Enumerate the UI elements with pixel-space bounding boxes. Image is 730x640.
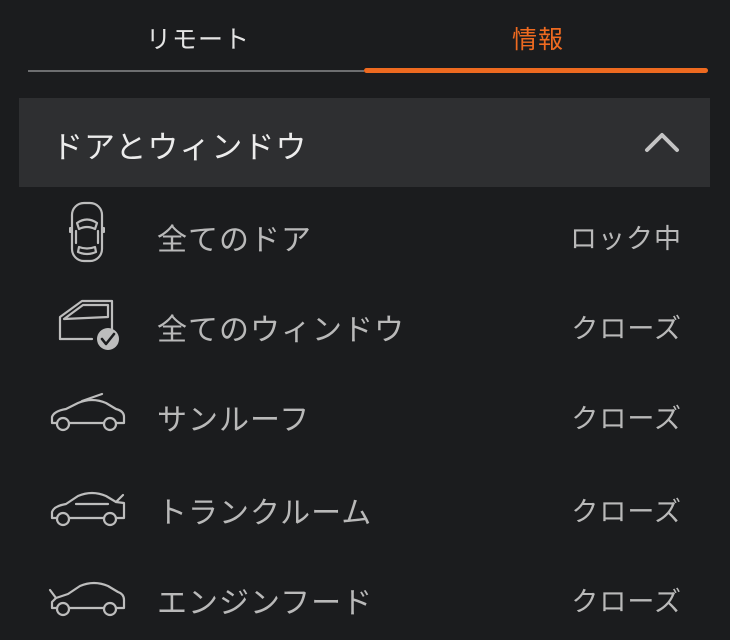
status-value: クローズ: [571, 497, 682, 528]
status-label: エンジンフード: [157, 586, 374, 621]
tab-bar: リモート 情報: [28, 0, 708, 76]
tab-remote[interactable]: リモート: [28, 20, 368, 56]
status-row-trunk: トランクルーム クローズ: [0, 460, 730, 550]
status-row-sunroof: サンルーフ クローズ: [0, 367, 730, 457]
status-label: 全てのウィンドウ: [157, 313, 405, 348]
hood-icon: [48, 581, 126, 617]
status-row-doors: 全てのドア ロック中: [0, 187, 730, 277]
status-value: クローズ: [571, 587, 682, 618]
status-label: トランクルーム: [157, 496, 373, 531]
vehicle-status-page: リモート 情報 ドアとウィンドウ 全てのドア ロック中 全てのウィンドウ クロー…: [0, 0, 730, 640]
active-tab-indicator: [364, 68, 708, 73]
status-row-hood: エンジンフード クローズ: [0, 550, 730, 640]
sunroof-icon: [50, 392, 126, 432]
status-label: 全てのドア: [157, 223, 312, 258]
status-row-windows: 全てのウィンドウ クローズ: [0, 277, 730, 367]
status-label: サンルーフ: [157, 403, 311, 438]
status-value: ロック中: [570, 224, 682, 255]
trunk-icon: [50, 491, 126, 527]
status-value: クローズ: [571, 314, 682, 345]
car-doors-icon: [69, 201, 105, 263]
doors-windows-section-header[interactable]: ドアとウィンドウ: [19, 98, 710, 187]
status-value: クローズ: [571, 404, 682, 435]
section-title: ドアとウィンドウ: [52, 130, 308, 166]
chevron-up-icon[interactable]: [644, 128, 680, 156]
tab-info[interactable]: 情報: [368, 20, 708, 56]
tab-divider: [28, 70, 364, 72]
window-check-icon: [58, 299, 119, 350]
